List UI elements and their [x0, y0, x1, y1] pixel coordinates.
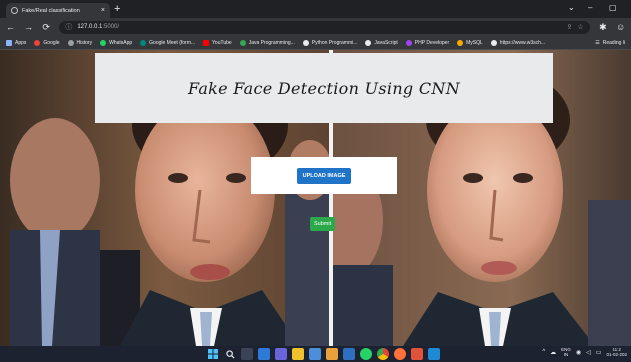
page-title: Fake Face Detection Using CNN — [188, 78, 460, 98]
widgets-icon[interactable] — [258, 348, 270, 360]
bookmark-mysql[interactable]: MySQL — [457, 39, 483, 46]
globe-icon — [302, 39, 309, 46]
tab-title: Fake/Real classification — [22, 7, 80, 14]
bookmark-label: Java Programming... — [248, 39, 295, 46]
bookmark-label: Apps — [15, 39, 27, 46]
tab-active[interactable]: Fake/Real classification × — [6, 3, 110, 18]
bookmark-label: Google Meet (form... — [149, 39, 196, 46]
java-icon — [239, 39, 246, 46]
php-icon — [405, 39, 412, 46]
meet-icon — [140, 39, 147, 46]
bookmark-javascript[interactable]: JavaScript — [365, 39, 398, 46]
upload-image-button[interactable]: UPLOAD IMAGE — [296, 167, 352, 184]
reload-icon[interactable]: ⟳ — [42, 22, 50, 32]
close-tab-icon[interactable]: × — [101, 7, 105, 14]
vscode-icon[interactable] — [428, 348, 440, 360]
youtube-icon — [203, 39, 210, 46]
submit-button[interactable]: Submit — [310, 217, 336, 231]
bookmark-youtube[interactable]: YouTube — [203, 39, 232, 46]
whatsapp-icon[interactable] — [360, 348, 372, 360]
profile-icon[interactable]: ☺ — [616, 22, 625, 32]
clock-date: 01-02-202 — [606, 352, 627, 357]
restore-button[interactable]: ▢ — [609, 1, 617, 15]
history-icon — [67, 39, 74, 46]
bookmark-whatsapp[interactable]: WhatsApp — [100, 39, 133, 46]
bookmark-java[interactable]: Java Programming... — [239, 39, 295, 46]
clock[interactable]: 11:2 01-02-202 — [606, 347, 627, 357]
windows-taskbar: ^ ☁ ENG IN ◉ ◁ ▭ 11:2 01-02-202 — [0, 346, 631, 362]
new-tab-button[interactable]: + — [114, 2, 120, 16]
google-icon — [34, 39, 41, 46]
firefox-icon[interactable] — [394, 348, 406, 360]
mail-icon[interactable] — [343, 348, 355, 360]
cloud-icon[interactable]: ☁ — [550, 349, 556, 356]
bookmark-python[interactable]: Python Programmi... — [302, 39, 358, 46]
bookmark-php[interactable]: PHP Developer — [405, 39, 450, 46]
forward-icon[interactable]: → — [24, 22, 33, 32]
bookmark-label: YouTube — [212, 39, 232, 46]
bookmark-apps[interactable]: Apps — [6, 39, 27, 46]
reading-list-icon: ☰ — [595, 39, 600, 46]
bookmark-label: MySQL — [466, 39, 483, 46]
reading-list-label: Reading li — [602, 39, 625, 46]
system-tray: ^ ☁ ENG IN ◉ ◁ ▭ 11:2 01-02-202 — [542, 347, 627, 357]
page-viewport: Fake Face Detection Using CNN UPLOAD IMA… — [0, 50, 631, 346]
apps-icon — [6, 39, 12, 46]
header-card: Fake Face Detection Using CNN — [95, 53, 553, 123]
share-icon[interactable]: ⇪ — [567, 23, 573, 31]
calendar-icon[interactable] — [326, 348, 338, 360]
bookmark-label: JavaScript — [374, 39, 398, 46]
back-icon[interactable]: ← — [6, 22, 15, 32]
chat-icon[interactable] — [275, 348, 287, 360]
volume-icon[interactable]: ◁ — [586, 349, 591, 356]
bookmark-google-meet[interactable]: Google Meet (form... — [140, 39, 196, 46]
chrome-icon[interactable] — [377, 348, 389, 360]
bookmark-label: History — [76, 39, 93, 46]
taskbar-apps — [207, 348, 440, 360]
reading-list[interactable]: ☰ Reading li — [595, 40, 625, 46]
tab-search-icon[interactable]: ⌄ — [568, 1, 575, 15]
info-icon[interactable]: ⓘ — [65, 22, 72, 32]
star-icon[interactable]: ☆ — [577, 23, 583, 31]
language-indicator[interactable]: ENG IN — [561, 347, 571, 357]
store-icon[interactable] — [309, 348, 321, 360]
task-view-icon[interactable] — [241, 348, 253, 360]
battery-icon[interactable]: ▭ — [596, 349, 602, 356]
bookmark-history[interactable]: History — [67, 39, 93, 46]
url-host: 127.0.0.1 — [77, 24, 103, 30]
address-bar[interactable]: ⓘ 127.0.0.1:5000/ ⇪ ☆ — [59, 20, 590, 34]
extensions-icon[interactable]: ✱ — [599, 22, 607, 32]
whatsapp-icon — [100, 39, 107, 46]
bookmark-google[interactable]: Google — [34, 39, 60, 46]
globe-icon — [490, 39, 497, 46]
bookmark-label: PHP Developer — [414, 39, 450, 46]
bookmark-w3schools[interactable]: https://www.w3sch... — [490, 39, 546, 46]
bookmark-label: Python Programmi... — [311, 39, 358, 46]
start-icon[interactable] — [207, 348, 219, 360]
chevron-up-icon[interactable]: ^ — [542, 349, 545, 355]
file-explorer-icon[interactable] — [292, 348, 304, 360]
globe-icon — [365, 39, 372, 46]
bookmark-label: https://www.w3sch... — [499, 39, 546, 46]
bookmarks-bar: Apps Google History WhatsApp Google Meet… — [0, 36, 631, 50]
search-icon[interactable] — [224, 348, 236, 360]
upload-card: UPLOAD IMAGE — [251, 157, 397, 194]
globe-icon — [11, 7, 18, 14]
wifi-icon[interactable]: ◉ — [576, 349, 581, 356]
minimize-button[interactable]: – — [588, 1, 592, 15]
region-code: IN — [563, 352, 569, 357]
browser-toolbar: ← → ⟳ ⓘ 127.0.0.1:5000/ ⇪ ☆ ✱ ☺ — [0, 18, 631, 36]
office-icon[interactable] — [411, 348, 423, 360]
url-port: :5000/ — [102, 24, 120, 30]
bookmark-label: Google — [43, 39, 60, 46]
bookmark-label: WhatsApp — [109, 39, 133, 46]
mysql-icon — [457, 39, 464, 46]
tab-strip: Fake/Real classification × + ⌄ – ▢ — [0, 0, 631, 18]
